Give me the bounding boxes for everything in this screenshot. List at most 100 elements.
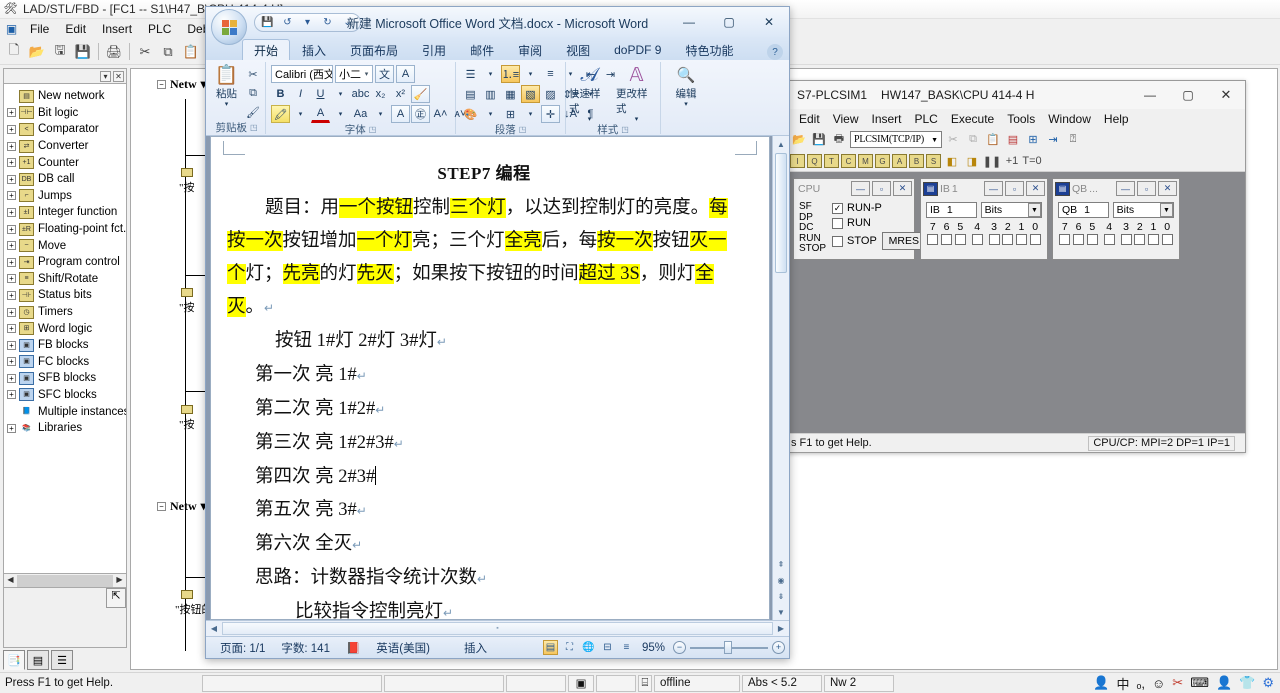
expander-icon[interactable]: + <box>7 340 16 350</box>
close-icon[interactable]: ✕ <box>749 7 789 37</box>
zoom-slider-thumb[interactable] <box>724 640 732 654</box>
tree-item-fc-blocks[interactable]: + ▣ FC blocks <box>5 354 125 371</box>
expander-icon[interactable]: + <box>7 207 16 217</box>
insert-memory-button[interactable]: M <box>858 154 873 168</box>
bit-checkbox[interactable] <box>940 234 954 248</box>
expander-icon[interactable]: + <box>7 290 16 300</box>
paste-button[interactable]: 📋 <box>984 131 1002 148</box>
enclose-char-icon[interactable]: ㊣ <box>411 105 430 123</box>
numbering-icon[interactable]: ⒈≡ <box>501 65 520 83</box>
save-button[interactable]: 💾 <box>810 131 828 148</box>
char-border-icon[interactable]: A <box>396 65 415 83</box>
document-vertical-scrollbar[interactable]: ▲ ⇞ ◉ ⇟ ▼ <box>772 136 789 620</box>
qb-format-select[interactable]: Bits ▼ <box>1112 202 1174 218</box>
font-color-icon[interactable]: A <box>311 105 330 123</box>
highlight-icon[interactable]: 🖍 <box>271 105 290 123</box>
qb-address-input[interactable]: QB 1 <box>1058 202 1109 218</box>
checkbox-icon[interactable] <box>832 217 844 229</box>
insert-stack-button[interactable]: S <box>926 154 941 168</box>
chevron-down-icon[interactable]: ▾ <box>331 105 350 123</box>
maximize-icon[interactable]: ▫ <box>1137 181 1156 196</box>
tab-mailings[interactable]: 邮件 <box>458 39 506 60</box>
document-horizontal-scrollbar[interactable]: ◀ ▪ ▶ <box>206 620 789 636</box>
phonetic-guide-icon[interactable]: 文 <box>375 65 394 83</box>
editing-button[interactable]: 🔍 编辑 ▾ <box>668 65 704 108</box>
tree-item-status-bits[interactable]: + ⊣⊦ Status bits <box>5 287 125 304</box>
document-content[interactable]: STEP7 编程 题目：用一个按钮控制三个灯，以达到控制灯的亮度。每按一次按钮增… <box>227 159 741 620</box>
chevron-down-icon[interactable]: ▾ <box>291 105 310 123</box>
copy-icon[interactable]: ⧉ <box>244 85 262 102</box>
insert-acc-button[interactable]: A <box>892 154 907 168</box>
format-painter-icon[interactable]: 🖌 <box>244 104 262 121</box>
tab-special-features[interactable]: 特色功能 <box>673 39 745 60</box>
ime-chinese-icon[interactable]: 中 <box>1116 674 1129 693</box>
distribute-icon[interactable]: ▨ <box>541 85 560 103</box>
redo-icon[interactable]: ↻ <box>319 15 336 30</box>
insert-timer-button[interactable]: T <box>824 154 839 168</box>
plc-menu-tools[interactable]: Tools <box>1001 111 1041 127</box>
scroll-right-icon[interactable]: ▶ <box>113 575 126 587</box>
qb-panel[interactable]: ▤ QB ... — ▫ ✕ QB 1 Bits ▼ 7 6 5 4 3 2 1… <box>1052 178 1180 260</box>
punctuation-icon[interactable]: ₒ, <box>1136 676 1145 691</box>
web-layout-icon[interactable]: 🌐 <box>581 640 596 655</box>
plc-menu-window[interactable]: Window <box>1042 111 1097 127</box>
expander-icon[interactable]: + <box>7 241 16 251</box>
plcsim-window[interactable]: S7-PLCSIM1 HW147_BASK\CPU 414-4 H — ▢ ✕ … <box>786 80 1246 453</box>
bit-checkbox[interactable] <box>953 234 967 248</box>
plc-menu-insert[interactable]: Insert <box>865 111 907 127</box>
reset-timers-button[interactable]: T=0 <box>1022 153 1041 170</box>
scan-mode-button[interactable]: ◧ <box>943 153 961 170</box>
tab-page-layout[interactable]: 页面布局 <box>338 39 410 60</box>
tab-references[interactable]: 引用 <box>410 39 458 60</box>
arrange-button[interactable]: ⇥ <box>1044 131 1062 148</box>
browse-previous-icon[interactable]: ⇞ <box>773 556 789 572</box>
chevron-down-icon[interactable]: ▾ <box>371 105 390 123</box>
font-size-combo[interactable]: 小二 ▾ <box>335 65 373 83</box>
chevron-down-icon[interactable]: ▾ <box>481 105 500 123</box>
mode-run-p[interactable]: ✓ RUN-P <box>832 202 926 214</box>
help-icon[interactable]: ? <box>767 44 783 60</box>
bit-checkbox[interactable] <box>1160 234 1174 248</box>
maximize-icon[interactable]: ▫ <box>1005 181 1024 196</box>
chevron-down-icon[interactable]: ▾ <box>684 101 688 108</box>
insert-counter-button[interactable]: C <box>841 154 856 168</box>
bit-checkbox[interactable] <box>1058 234 1072 248</box>
change-case-icon[interactable]: Aa <box>351 105 370 123</box>
quick-styles-button[interactable]: 𝒜 快速样式 ▾ <box>569 65 610 123</box>
shirt-icon[interactable]: 👕 <box>1239 675 1255 691</box>
program-elements-hscrollbar[interactable]: ◀ ▶ <box>3 574 127 588</box>
word-window[interactable]: 💾 ↺ ▾ ↻ ⌄ 新建 Microsoft Office Word 文档.do… <box>205 6 790 659</box>
paste-button[interactable]: 📋 <box>180 41 202 62</box>
contact-icon-1[interactable] <box>181 168 193 177</box>
clear-format-icon[interactable]: 🧹 <box>411 85 430 103</box>
collapse-icon[interactable]: − <box>157 502 166 511</box>
zoom-slider[interactable] <box>690 640 768 654</box>
network-header-2[interactable]: − Netw ▾ <box>131 499 207 514</box>
plc-menu-view[interactable]: View <box>827 111 865 127</box>
tree-item-new-network[interactable]: ▤ New network <box>5 88 125 105</box>
proofing-errors-icon[interactable]: 📕 <box>338 641 368 655</box>
grow-font-icon[interactable]: A˄ <box>431 105 450 123</box>
program-elements-tree[interactable]: ▤ New network + ⊣⊢ Bit logic + < Compara… <box>3 83 127 574</box>
contact-icon-4[interactable] <box>181 590 193 599</box>
cycle-mode-button[interactable]: ◨ <box>963 153 981 170</box>
expander-icon[interactable]: + <box>7 158 16 168</box>
status-page[interactable]: 页面: 1/1 <box>212 640 273 656</box>
tree-item-sfb-blocks[interactable]: + ▣ SFB blocks <box>5 370 125 387</box>
expander-icon[interactable]: + <box>7 373 16 383</box>
draft-icon[interactable]: ≡ <box>619 640 634 655</box>
insert-block-button[interactable]: B <box>909 154 924 168</box>
close-icon[interactable]: ✕ <box>1158 181 1177 196</box>
scroll-trough[interactable] <box>773 274 789 556</box>
browse-next-icon[interactable]: ⇟ <box>773 588 789 604</box>
tile-button[interactable]: ⊞ <box>1024 131 1042 148</box>
tree-item-comparator[interactable]: + < Comparator <box>5 121 125 138</box>
tab-call-structure[interactable]: ▤ <box>27 650 49 670</box>
copy-button[interactable]: ⧉ <box>157 41 179 62</box>
expander-icon[interactable]: + <box>7 423 16 433</box>
font-name-combo[interactable]: Calibri (西文正 ▾ <box>271 65 333 83</box>
multilevel-list-icon[interactable]: ≡ <box>541 65 560 83</box>
tab-dopdf[interactable]: doPDF 9 <box>602 39 673 60</box>
tree-item-fb-blocks[interactable]: + ▣ FB blocks <box>5 337 125 354</box>
ib-panel[interactable]: ▤ IB 1 — ▫ ✕ IB 1 Bits ▼ 7 6 5 4 3 2 1 0 <box>920 178 1048 260</box>
